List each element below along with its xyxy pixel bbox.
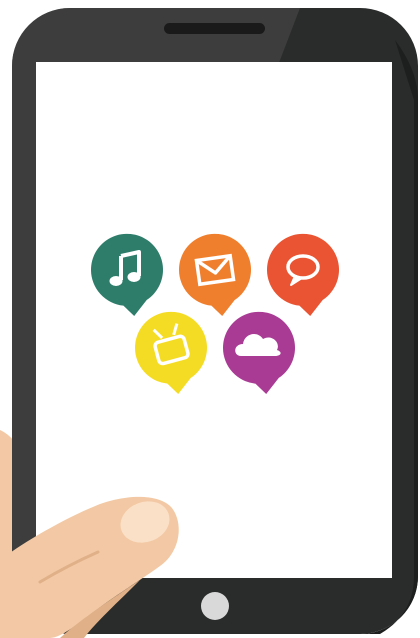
speaker-slot [164, 23, 265, 34]
phone-screen [36, 62, 392, 578]
smartphone-in-hand-illustration [0, 8, 418, 638]
home-button[interactable] [201, 592, 229, 620]
illustration-scene [0, 0, 420, 638]
